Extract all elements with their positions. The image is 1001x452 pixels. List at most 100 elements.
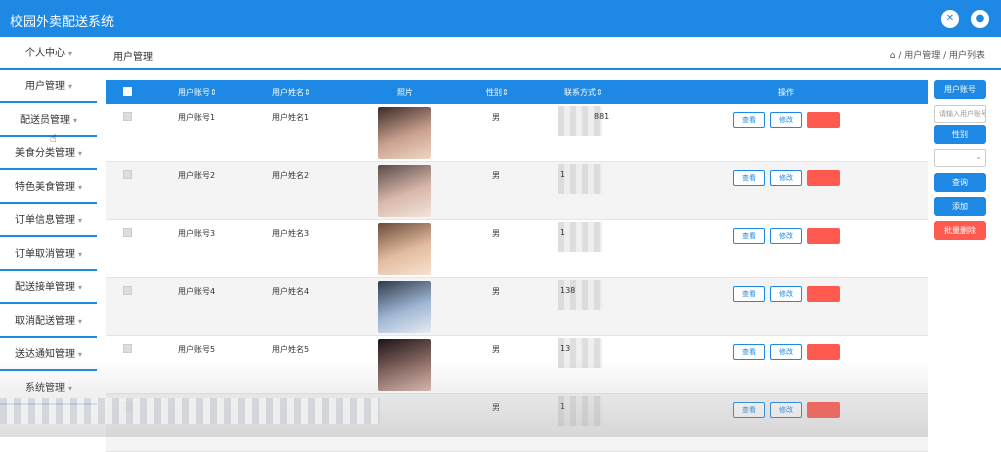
cell-gender: 男: [492, 287, 500, 296]
chevron-down-icon: ▾: [77, 149, 82, 158]
delete-button[interactable]: 删除: [807, 170, 840, 186]
table-header: 用户账号⇕ 用户姓名⇕ 照片 性别⇕ 联系方式⇕ 操作: [106, 80, 928, 104]
breadcrumb[interactable]: ⌂ / 用户管理 / 用户列表: [890, 48, 985, 61]
header-account[interactable]: 用户账号⇕: [178, 87, 217, 98]
sidebar-item-users[interactable]: 用户管理 ▾: [0, 70, 97, 103]
contact-blur: [558, 164, 602, 194]
view-button[interactable]: 查看: [733, 170, 765, 186]
view-button[interactable]: 查看: [733, 228, 765, 244]
row-checkbox[interactable]: [123, 112, 132, 121]
edit-button[interactable]: 修改: [770, 228, 802, 244]
sidebar-item-food-category[interactable]: 美食分类管理 ▾: [0, 137, 97, 170]
user-avatar-icon[interactable]: ●: [971, 10, 989, 28]
cell-name: 用户姓名2: [272, 171, 310, 180]
row-checkbox[interactable]: [123, 286, 132, 295]
edit-button[interactable]: 修改: [770, 402, 802, 418]
gender-label: 性别: [934, 125, 986, 144]
sidebar: 个人中心 ▾ 用户管理 ▾ 配送员管理 ▾ 美食分类管理 ▾ 特色美食管理 ▾ 订单信息管…: [0, 37, 97, 437]
header-name[interactable]: 用户姓名⇕: [272, 87, 311, 98]
sidebar-item-special-food[interactable]: 特色美食管理 ▾: [0, 171, 97, 204]
cell-name: 用户姓名3: [272, 229, 310, 238]
edit-button[interactable]: 修改: [770, 170, 802, 186]
add-button[interactable]: 添加: [934, 197, 986, 216]
app-title: 校园外卖配送系统: [10, 15, 115, 30]
cell-contact: 1: [560, 402, 566, 411]
cell-account: 用户账号3: [178, 229, 216, 238]
search-button[interactable]: 查询: [934, 173, 986, 192]
contact-blur: [558, 106, 602, 136]
hand-cursor-icon: ☝: [50, 132, 57, 145]
contact-blur: [558, 222, 602, 252]
cell-name: 用户姓名4: [272, 287, 310, 296]
delete-button[interactable]: 删除: [807, 112, 840, 128]
sidebar-item-delivered-notice[interactable]: 送达通知管理 ▾: [0, 338, 97, 371]
cell-gender: 男: [492, 171, 500, 180]
delete-button[interactable]: 删除: [807, 402, 840, 418]
gender-select[interactable]: ⌄: [934, 149, 986, 167]
cell-gender: 男: [492, 403, 500, 412]
chevron-down-icon: ⌄: [975, 152, 982, 161]
contact-blur: [558, 338, 602, 368]
chevron-down-icon: ▾: [77, 317, 82, 326]
chevron-down-icon: ▾: [72, 116, 77, 125]
cell-account: 用户账号2: [178, 171, 216, 180]
delete-button[interactable]: 删除: [807, 286, 840, 302]
account-search-input[interactable]: 请输入用户账号: [934, 105, 986, 123]
chevron-down-icon: ▾: [77, 350, 82, 359]
edit-button[interactable]: 修改: [770, 344, 802, 360]
sidebar-item-profile[interactable]: 个人中心 ▾: [0, 37, 97, 70]
cell-account: 用户账号5: [178, 345, 216, 354]
view-button[interactable]: 查看: [733, 286, 765, 302]
row-checkbox[interactable]: [123, 228, 132, 237]
table-row: 用户账号2 用户姓名2 男 1 查看 修改 删除: [106, 162, 928, 220]
cell-account: 用户账号1: [178, 113, 216, 122]
taskbar-blur: [0, 398, 380, 424]
sidebar-item-order-cancel[interactable]: 订单取消管理 ▾: [0, 238, 97, 271]
sidebar-item-delivery-accept[interactable]: 配送接单管理 ▾: [0, 271, 97, 304]
page-title: 用户管理: [113, 52, 153, 63]
row-checkbox[interactable]: [123, 170, 132, 179]
cell-contact: 881: [594, 112, 610, 121]
row-checkbox[interactable]: [123, 344, 132, 353]
cell-contact: 13: [560, 344, 571, 353]
header-contact[interactable]: 联系方式⇕: [564, 87, 603, 98]
cell-gender: 男: [492, 229, 500, 238]
table-row: 用户账号1 用户姓名1 男 881 查看 修改 删除: [106, 104, 928, 162]
cell-account: 用户账号4: [178, 287, 216, 296]
table-row: 用户账号3 用户姓名3 男 1 查看 修改 删除: [106, 220, 928, 278]
view-button[interactable]: 查看: [733, 402, 765, 418]
sidebar-item-couriers[interactable]: 配送员管理 ▾: [0, 104, 97, 137]
edit-button[interactable]: 修改: [770, 112, 802, 128]
cell-contact: 138: [560, 286, 576, 295]
user-photo: [378, 223, 431, 275]
filter-panel: 用户账号 请输入用户账号 性别 ⌄ 查询 添加 批量删除: [928, 70, 1001, 437]
chevron-down-icon: ▾: [77, 283, 82, 292]
header-gender[interactable]: 性别⇕: [486, 87, 509, 98]
chevron-down-icon: ▾: [77, 216, 82, 225]
batch-delete-button[interactable]: 批量删除: [934, 221, 986, 240]
cell-name: 用户姓名1: [272, 113, 310, 122]
table-row: 用户账号5 用户姓名5 男 13 查看 修改 删除: [106, 336, 928, 394]
chevron-down-icon: ▾: [77, 250, 82, 259]
user-photo: [378, 339, 431, 391]
chevron-down-icon: ▾: [67, 384, 72, 393]
expand-icon[interactable]: ✕: [941, 10, 959, 28]
sidebar-item-orders[interactable]: 订单信息管理 ▾: [0, 204, 97, 237]
delete-button[interactable]: 删除: [807, 228, 840, 244]
view-button[interactable]: 查看: [733, 344, 765, 360]
select-all-checkbox[interactable]: [123, 87, 132, 96]
edit-button[interactable]: 修改: [770, 286, 802, 302]
contact-blur: [558, 396, 602, 426]
cell-contact: 1: [560, 170, 566, 179]
delete-button[interactable]: 删除: [807, 344, 840, 360]
header-photo: 照片: [397, 88, 413, 97]
user-photo: [378, 107, 431, 159]
sidebar-item-delivery-cancel[interactable]: 取消配送管理 ▾: [0, 305, 97, 338]
contact-blur: [558, 280, 602, 310]
cell-gender: 男: [492, 345, 500, 354]
cell-contact: 1: [560, 228, 566, 237]
chevron-down-icon: ▾: [77, 183, 82, 192]
cell-name: 用户姓名5: [272, 345, 310, 354]
view-button[interactable]: 查看: [733, 112, 765, 128]
breadcrumb-bar: 用户管理 ⌂ / 用户管理 / 用户列表: [97, 37, 1001, 70]
